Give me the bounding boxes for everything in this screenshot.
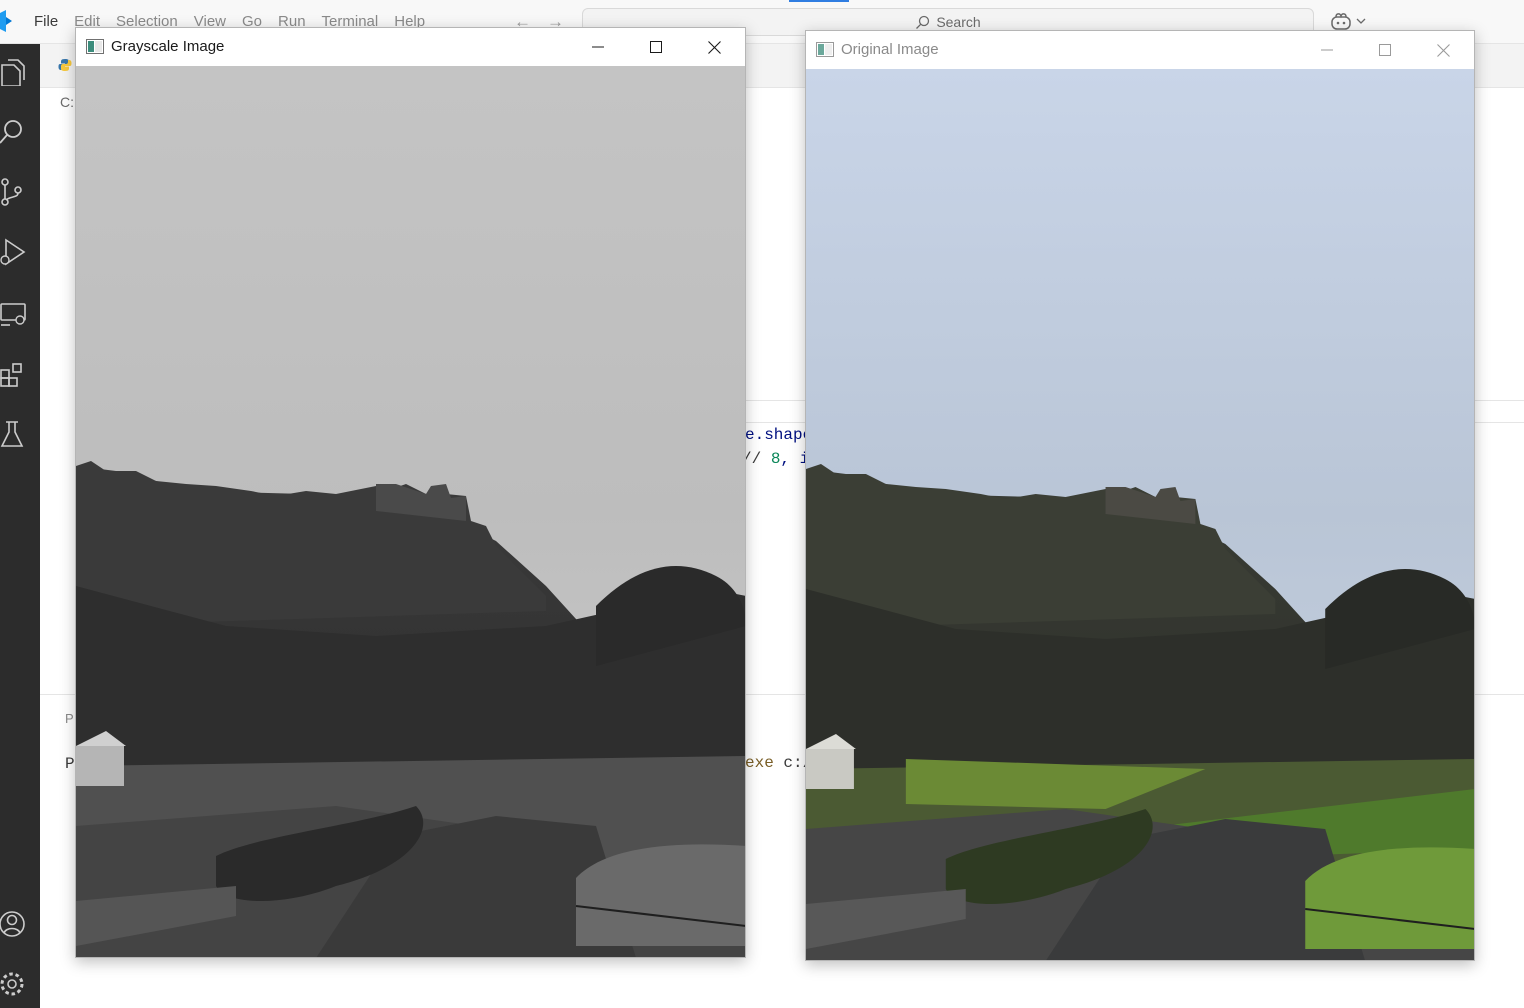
vscode-logo-icon [0, 10, 12, 32]
minimize-button[interactable] [1304, 35, 1350, 65]
window-titlebar[interactable]: Original Image [806, 31, 1474, 69]
chevron-down-icon [1356, 18, 1366, 24]
maximize-button[interactable] [633, 32, 679, 62]
window-title: Original Image [841, 41, 939, 58]
remote-explorer-icon[interactable] [0, 300, 28, 328]
accounts-icon[interactable] [0, 910, 28, 938]
photo-canvas [76, 66, 745, 957]
terminal-prompt: P [65, 755, 75, 773]
grayscale-image-window[interactable]: Grayscale Image [75, 27, 746, 958]
maximize-icon [650, 41, 662, 53]
search-placeholder: Search [936, 14, 981, 30]
minimize-icon [592, 46, 604, 48]
window-titlebar[interactable]: Grayscale Image [76, 28, 745, 66]
code-line-divide[interactable]: // 8, i [742, 450, 809, 468]
original-image-window[interactable]: Original Image [805, 30, 1475, 961]
code-number: 8 [770, 450, 781, 468]
code-operator: // [742, 450, 771, 468]
close-button[interactable] [1420, 35, 1466, 65]
copilot-icon [1331, 13, 1351, 30]
explorer-icon[interactable] [0, 58, 28, 86]
code-text: e.shape [745, 426, 813, 444]
photo-canvas [806, 69, 1474, 960]
breadcrumb[interactable]: C: [60, 94, 74, 110]
grayscale-photo [76, 66, 745, 957]
minimize-icon [1321, 49, 1333, 51]
close-button[interactable] [691, 32, 737, 62]
minimize-button[interactable] [575, 32, 621, 62]
source-control-icon[interactable] [0, 178, 28, 206]
app-window-icon [86, 39, 104, 54]
maximize-icon [1379, 44, 1391, 56]
copilot-button[interactable] [1330, 11, 1366, 31]
window-title: Grayscale Image [111, 38, 225, 55]
original-photo [806, 69, 1474, 960]
menu-item-file[interactable]: File [26, 0, 66, 44]
maximize-button[interactable] [1362, 35, 1408, 65]
settings-gear-icon[interactable] [0, 970, 28, 998]
close-icon [707, 40, 721, 54]
code-line-shape[interactable]: e.shape [745, 426, 812, 444]
testing-icon[interactable] [0, 420, 28, 448]
app-window-icon [816, 42, 834, 57]
panel-tab-label[interactable]: P [65, 711, 74, 726]
python-file-icon[interactable] [58, 58, 72, 72]
close-icon [1436, 43, 1450, 57]
active-indicator [789, 0, 849, 2]
search-icon[interactable] [0, 118, 28, 146]
activity-bar [0, 44, 40, 1008]
search-icon [916, 15, 930, 29]
terminal-exe-text: exe [745, 754, 774, 772]
extensions-icon[interactable] [0, 360, 28, 388]
run-debug-icon[interactable] [0, 238, 28, 266]
terminal-command: exe c:/ [745, 754, 812, 772]
